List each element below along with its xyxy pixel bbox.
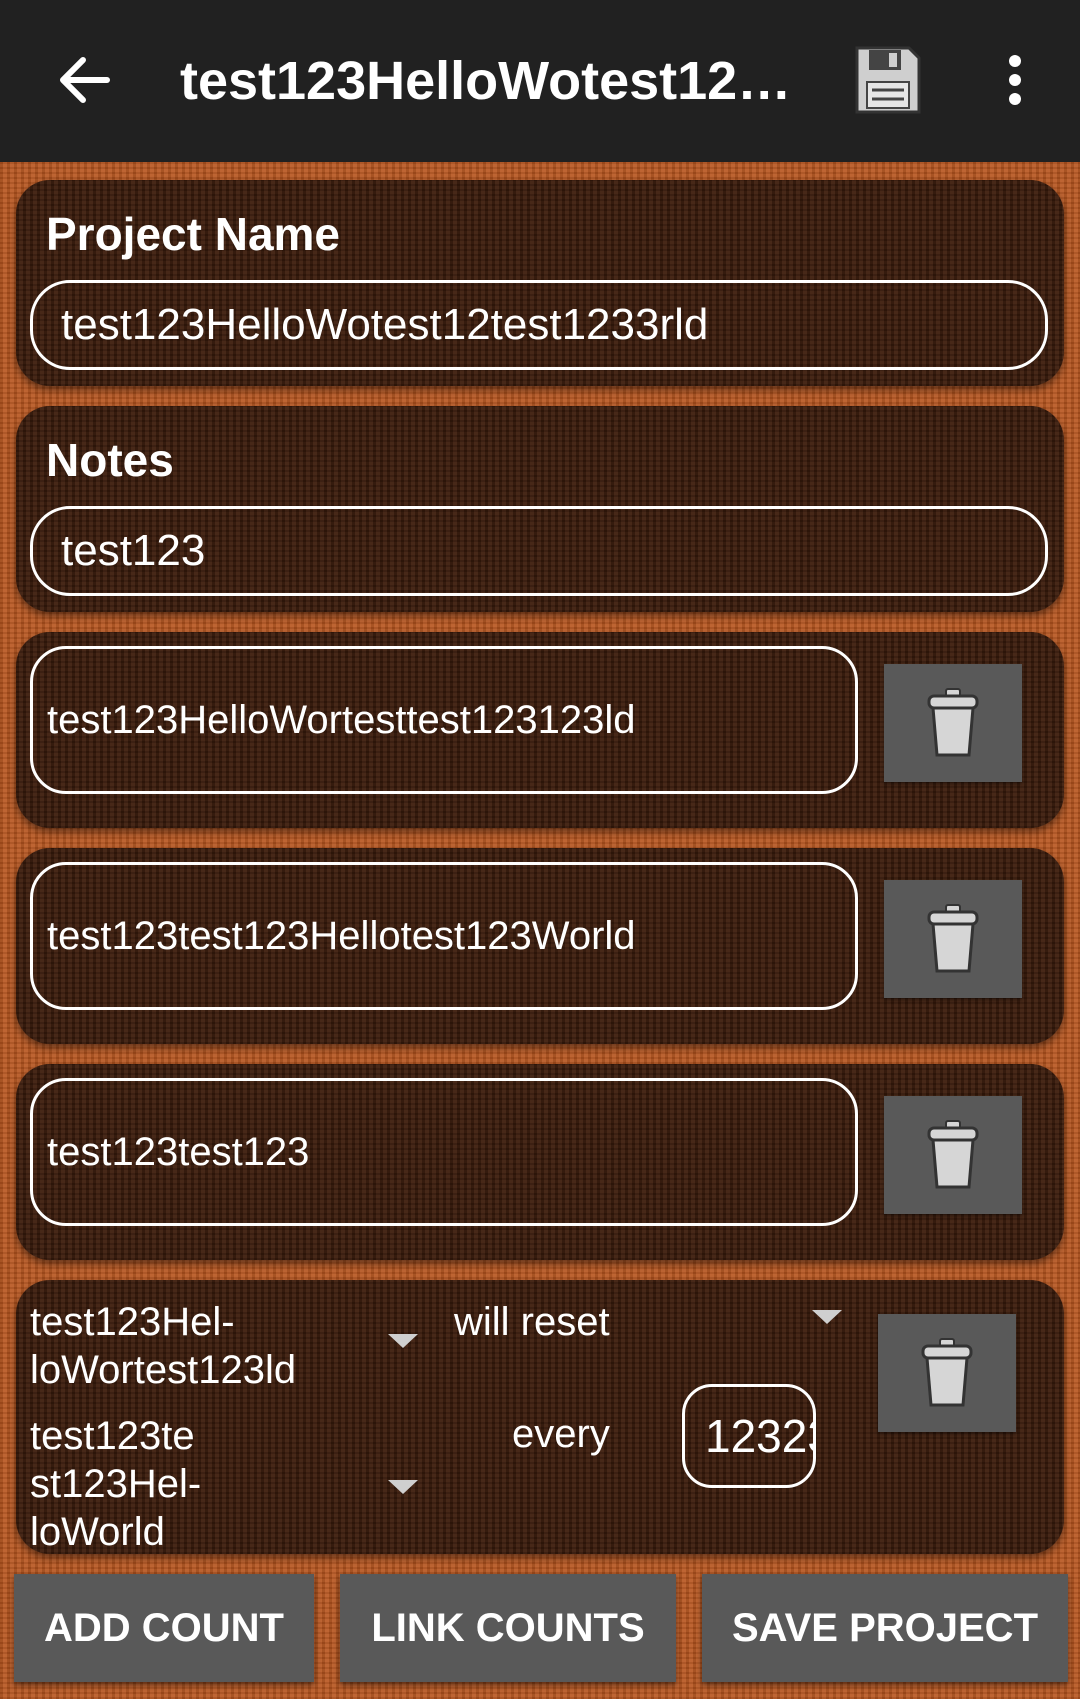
- trash-icon: [927, 1120, 979, 1189]
- linked-count-a-dropdown[interactable]: test123Hel- loWortest123ld: [16, 1280, 426, 1392]
- delete-link-button[interactable]: [878, 1314, 1016, 1432]
- count-name-input[interactable]: test123test123: [30, 1078, 858, 1226]
- project-name-card: Project Name test123HelloWotest12test123…: [16, 180, 1064, 386]
- more-vertical-icon: [1009, 55, 1021, 105]
- notes-input[interactable]: test123: [30, 506, 1048, 596]
- link-counts-button[interactable]: LINK COUNTS: [340, 1574, 676, 1682]
- reset-mode-dropdown[interactable]: will reset: [436, 1280, 856, 1360]
- save-project-button[interactable]: SAVE PROJECT: [702, 1574, 1068, 1682]
- dropdown-arrow-icon: [812, 1310, 842, 1324]
- add-count-button[interactable]: ADD COUNT: [14, 1574, 314, 1682]
- delete-count-button[interactable]: [884, 880, 1022, 998]
- dropdown-arrow-icon: [388, 1334, 418, 1348]
- link-card: test123Hel- loWortest123ld will reset te…: [16, 1280, 1064, 1554]
- more-options-button[interactable]: [990, 48, 1040, 112]
- trash-icon: [921, 1338, 973, 1407]
- linked-count-b-value: test123te st123Hel- loWorld: [30, 1414, 202, 1554]
- trash-icon: [927, 904, 979, 973]
- floppy-disk-icon: [855, 46, 921, 114]
- back-button[interactable]: [52, 48, 116, 112]
- count-name-input[interactable]: test123test123Hellotest123World: [30, 862, 858, 1010]
- page-title: test123HelloWotest12test1233rld: [180, 51, 800, 111]
- count-card: test123HelloWortesttest123123ld: [16, 632, 1064, 828]
- project-name-label: Project Name: [46, 208, 341, 260]
- project-name-input[interactable]: test123HelloWotest12test1233rld: [30, 280, 1048, 370]
- count-name-input[interactable]: test123HelloWortesttest123123ld: [30, 646, 858, 794]
- notes-label: Notes: [46, 434, 174, 486]
- notes-card: Notes test123: [16, 406, 1064, 612]
- delete-count-button[interactable]: [884, 1096, 1022, 1214]
- linked-count-a-value: test123Hel- loWortest123ld: [30, 1300, 297, 1392]
- app-bar: test123HelloWotest12test1233rld: [0, 0, 1080, 162]
- arrow-left-icon: [60, 57, 110, 103]
- reset-mode-value: will reset: [454, 1300, 610, 1344]
- dropdown-arrow-icon: [388, 1480, 418, 1494]
- trash-icon: [927, 688, 979, 757]
- delete-count-button[interactable]: [884, 664, 1022, 782]
- reset-interval-input[interactable]: 12323: [682, 1384, 816, 1488]
- linked-count-b-dropdown[interactable]: test123te st123Hel- loWorld: [16, 1390, 426, 1554]
- count-card: test123test123Hellotest123World: [16, 848, 1064, 1044]
- every-label: every: [512, 1412, 610, 1456]
- save-icon-button[interactable]: [848, 40, 928, 120]
- count-card: test123test123: [16, 1064, 1064, 1260]
